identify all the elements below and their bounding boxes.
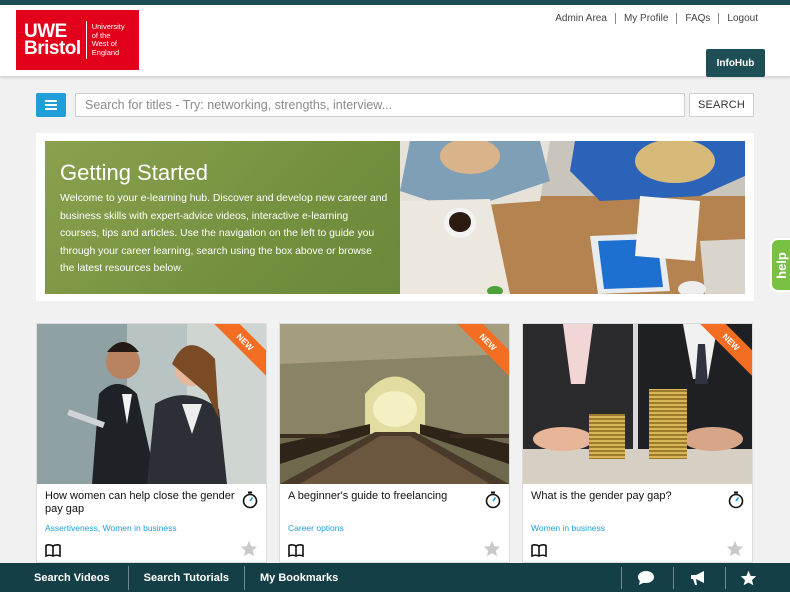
site-header: UWE Bristol University of the West of Engla…	[0, 5, 790, 77]
banner-title: Getting Started	[60, 160, 208, 185]
my-bookmarks-link[interactable]: My Bookmarks	[245, 563, 353, 592]
infohub-button[interactable]: InfoHub	[706, 49, 765, 77]
getting-started-banner[interactable]: Getting Started Welcome to your e-learni…	[45, 141, 745, 294]
help-label: help	[773, 251, 789, 279]
nav-divider	[621, 567, 622, 589]
card-title[interactable]: What is the gender pay gap?	[531, 490, 729, 503]
card-tags[interactable]: Assertiveness, Women in business	[45, 523, 177, 533]
bookmark-star-icon[interactable]	[240, 540, 258, 557]
bookmark-star-icon[interactable]	[483, 540, 501, 557]
menu-toggle-button[interactable]	[36, 93, 66, 117]
book-icon	[288, 544, 304, 557]
chat-bubble-icon[interactable]	[636, 568, 656, 588]
hamburger-icon	[45, 100, 57, 110]
businesspeople-photo: NEW	[37, 324, 266, 484]
stopwatch-icon	[485, 491, 501, 509]
book-icon	[45, 544, 61, 557]
stopwatch-icon	[728, 491, 744, 509]
admin-area-link[interactable]: Admin Area	[547, 13, 615, 24]
search-videos-link[interactable]: Search Videos	[0, 563, 128, 592]
nav-divider	[673, 567, 674, 589]
stopwatch-icon	[242, 491, 258, 509]
card-title[interactable]: A beginner's guide to freelancing	[288, 490, 486, 503]
card-tags[interactable]: Women in business	[531, 523, 605, 533]
logout-link[interactable]: Logout	[718, 13, 766, 24]
logo-brand-line-2: Bristol	[24, 38, 81, 59]
getting-started-panel: Getting Started Welcome to your e-learni…	[36, 133, 754, 301]
logo-divider	[85, 21, 87, 59]
star-icon[interactable]	[738, 568, 758, 588]
book-icon	[531, 544, 547, 557]
megaphone-icon[interactable]	[688, 568, 708, 588]
faqs-link[interactable]: FAQs	[676, 13, 718, 24]
card-tags[interactable]: Career options	[288, 523, 344, 533]
uwe-bristol-logo[interactable]: UWE Bristol University of the West of Engla…	[16, 10, 139, 70]
resource-card[interactable]: NEW How women can help close the gender …	[36, 323, 267, 563]
bottom-navigation-bar: Search Videos Search Tutorials My Bookma…	[0, 563, 790, 592]
resource-card[interactable]: NEW What is the gender pay gap? Women in…	[522, 323, 753, 563]
logo-subtitle: University of the West of England	[91, 22, 125, 57]
logo-brand-text: UWE Bristol	[24, 22, 81, 59]
stone-bridge-photo: NEW	[280, 324, 509, 484]
office-desk-photo	[400, 141, 745, 294]
resource-card[interactable]: NEW A beginner's guide to freelancing Ca…	[279, 323, 510, 563]
card-title[interactable]: How women can help close the gender pay …	[45, 490, 243, 516]
banner-description: Welcome to your e-learning hub. Discover…	[60, 193, 388, 274]
coin-stacks-photo: NEW	[523, 324, 752, 484]
bookmark-star-icon[interactable]	[726, 540, 744, 557]
search-input[interactable]	[75, 93, 685, 117]
my-profile-link[interactable]: My Profile	[614, 13, 676, 24]
search-tutorials-link[interactable]: Search Tutorials	[129, 563, 244, 592]
search-button[interactable]: SEARCH	[689, 93, 754, 117]
help-tab[interactable]: help	[770, 238, 790, 292]
account-links: Admin Area My Profile FAQs Logout	[547, 13, 766, 24]
nav-divider	[725, 567, 726, 589]
